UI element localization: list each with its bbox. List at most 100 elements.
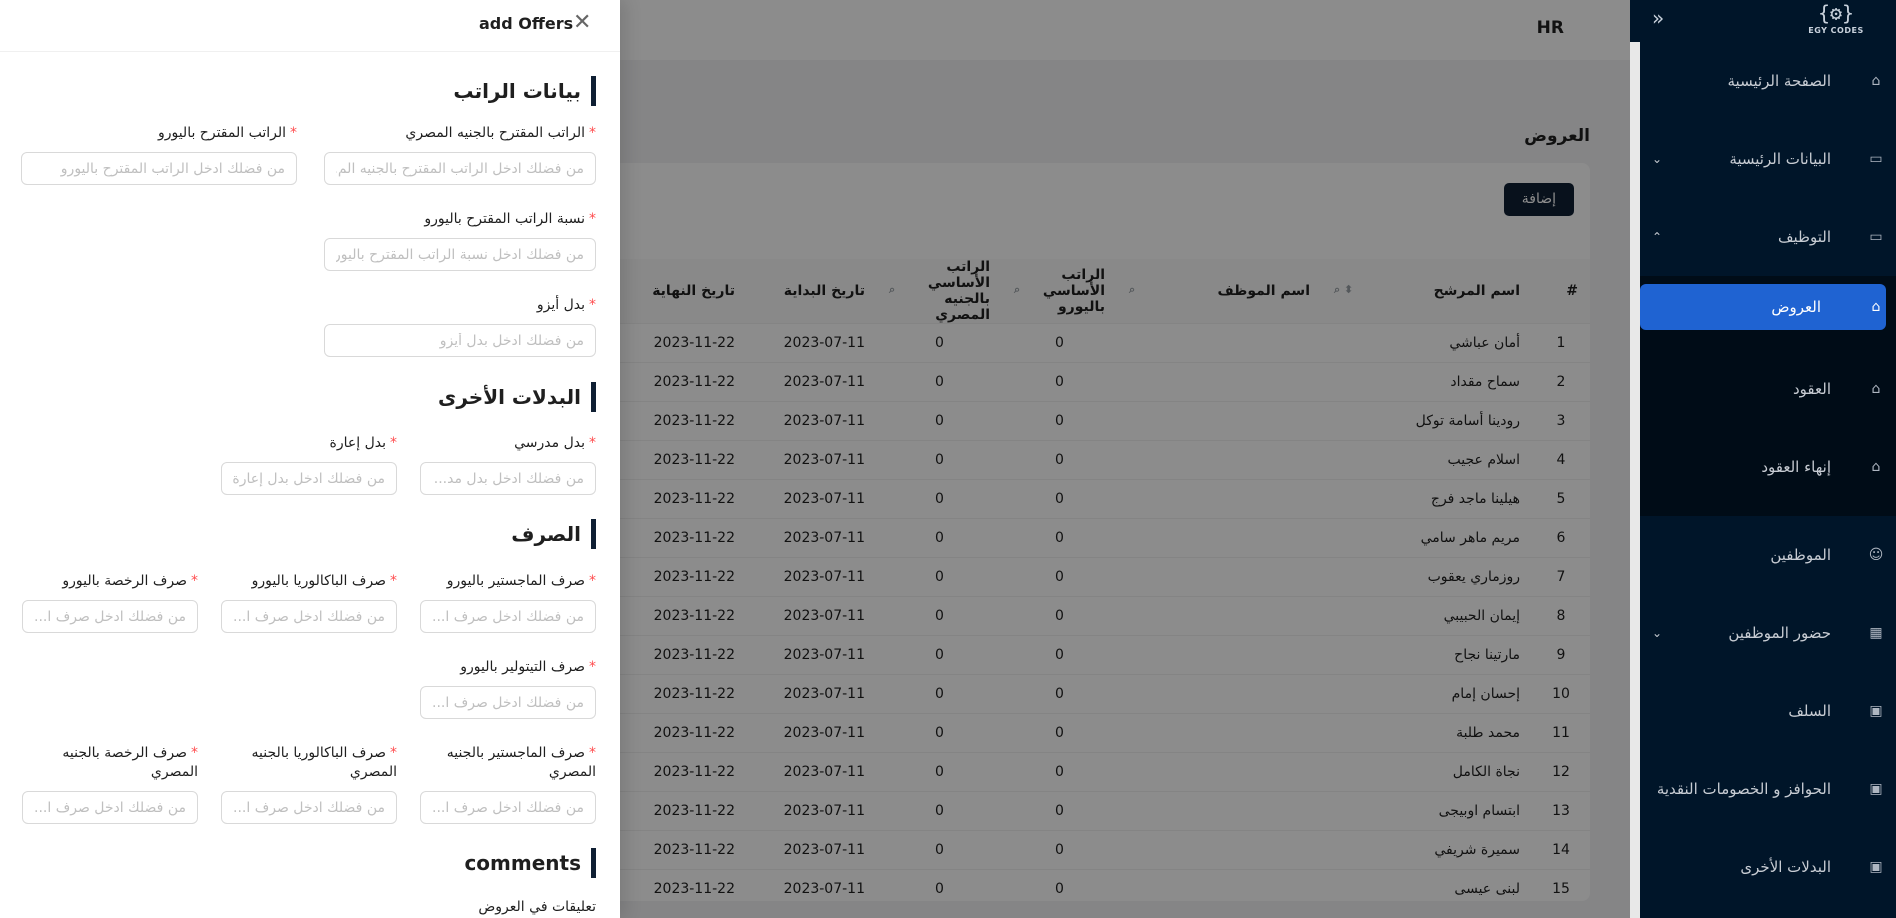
- field-label: *الراتب المقترح باليورو: [157, 125, 297, 141]
- field-label: *بدل إعارة: [329, 435, 397, 451]
- license-egp-field: *صرف الرخصة بالجنيه المصري: [22, 744, 198, 824]
- loan-allowance-field: *بدل إعارة: [221, 434, 397, 495]
- required-mark: *: [390, 435, 397, 451]
- bank-icon: ⌂: [1871, 381, 1881, 397]
- sidebar-item[interactable]: ▣ السلف: [1630, 672, 1896, 750]
- sidebar-item[interactable]: ⌂ العروض: [1640, 284, 1886, 330]
- license-eur-input[interactable]: [22, 600, 198, 633]
- id-card-icon: ▭: [1869, 151, 1883, 167]
- drawer-title: add Offers: [479, 14, 574, 33]
- bachelor-eur-field: *صرف الباكالوريا باليورو: [221, 572, 397, 633]
- chevron-down-icon[interactable]: ⌄: [1652, 152, 1662, 166]
- bank-icon: ⌂: [1871, 459, 1881, 475]
- required-mark: *: [589, 745, 596, 761]
- sidebar-item[interactable]: ⌂ العقود: [1630, 350, 1896, 428]
- sidebar-item-label: التوظيف: [1777, 228, 1831, 246]
- sidebar-item-label: حضور الموظفين: [1728, 624, 1831, 642]
- section-title-comments: comments: [464, 848, 596, 878]
- required-mark: *: [589, 211, 596, 227]
- calendar-icon: ▦: [1869, 625, 1883, 641]
- required-mark: *: [191, 573, 198, 589]
- sidebar-scrollbar[interactable]: [1630, 42, 1640, 918]
- field-label: *الراتب المقترح بالجنيه المصري: [405, 125, 596, 141]
- required-mark: *: [589, 435, 596, 451]
- wallet-icon: ▣: [1869, 781, 1883, 797]
- sidebar-menu: ⌂ الصفحة الرئيسية ▭ البيانات الرئيسية ⌄ ▭ التو…: [1630, 42, 1896, 906]
- field-label: *بدل أيزو: [536, 297, 596, 313]
- sidebar-item[interactable]: ▭ التوظيف ⌃: [1630, 198, 1896, 276]
- user-icon: ☺: [1868, 547, 1884, 563]
- required-mark: *: [290, 125, 297, 141]
- field-label: تعليقات في العروض: [478, 899, 596, 915]
- bachelor-egp-field: *صرف الباكالوريا بالجنيه المصري: [221, 744, 397, 824]
- salary-eur-ratio-field: *نسبة الراتب المقترح باليورو: [324, 210, 596, 271]
- sidebar-item[interactable]: ▣ البدلات الأخرى: [1630, 828, 1896, 906]
- sidebar-item[interactable]: ⌂ الصفحة الرئيسية: [1630, 42, 1896, 120]
- field-label: *صرف الباكالوريا بالجنيه المصري: [251, 745, 397, 780]
- field-label: *نسبة الراتب المقترح باليورو: [424, 211, 596, 227]
- sidebar-item-label: إنهاء العقود: [1761, 458, 1831, 476]
- add-offer-drawer: add Offers ✕ بيانات الراتب *الراتب المقت…: [0, 0, 620, 918]
- sidebar-item-label: الموظفين: [1770, 546, 1831, 564]
- masters-eur-field: *صرف الماجستير باليورو: [420, 572, 596, 633]
- salary-eur-input[interactable]: [21, 152, 297, 185]
- collapse-sidebar-icon[interactable]: »: [1652, 6, 1664, 30]
- sidebar-item-label: السلف: [1788, 702, 1831, 720]
- masters-egp-field: *صرف الماجستير بالجنيه المصري: [420, 744, 596, 824]
- sidebar-item-label: الصفحة الرئيسية: [1727, 72, 1832, 90]
- sidebar-item[interactable]: ☺ الموظفين: [1630, 516, 1896, 594]
- field-label: *صرف الماجستير باليورو: [446, 573, 596, 589]
- tutor-eur-input[interactable]: [420, 686, 596, 719]
- sidebar-header: » {⚙} EGY CODES: [1630, 0, 1896, 42]
- sidebar-item[interactable]: ▣ الحوافز و الخصومات النقدية: [1630, 750, 1896, 828]
- tutor-eur-field: *صرف التيتولير باليورو: [420, 658, 596, 719]
- loan-allowance-input[interactable]: [221, 462, 397, 495]
- required-mark: *: [390, 573, 397, 589]
- home-icon: ⌂: [1871, 73, 1881, 89]
- section-title-exchange: الصرف: [511, 519, 596, 549]
- wallet-icon: ▣: [1869, 859, 1883, 875]
- sidebar-item[interactable]: ▦ حضور الموظفين ⌄: [1630, 594, 1896, 672]
- required-mark: *: [589, 125, 596, 141]
- field-label: *صرف الرخصة بالجنيه المصري: [62, 745, 198, 780]
- masters-egp-input[interactable]: [420, 791, 596, 824]
- close-icon[interactable]: ✕: [573, 10, 591, 35]
- required-mark: *: [191, 745, 198, 761]
- sidebar-submenu: ⌂ العروض ⌂ العقود ⌂ إنهاء العقود: [1630, 276, 1896, 516]
- salary-eur-ratio-input[interactable]: [324, 238, 596, 271]
- field-label: *بدل مدرسي: [514, 435, 596, 451]
- license-egp-input[interactable]: [22, 791, 198, 824]
- bank-icon: ⌂: [1871, 299, 1881, 315]
- field-label: *صرف الرخصة باليورو: [62, 573, 198, 589]
- comments-field: تعليقات في العروض: [324, 898, 596, 918]
- sidebar-item-label: الحوافز و الخصومات النقدية: [1656, 780, 1831, 798]
- bachelor-eur-input[interactable]: [221, 600, 397, 633]
- sidebar-item-label: العقود: [1793, 380, 1831, 398]
- required-mark: *: [589, 297, 596, 313]
- logo-text: EGY CODES: [1808, 26, 1864, 35]
- sidebar: » {⚙} EGY CODES ⌂ الصفحة الرئيسية ▭ البيانا…: [1630, 0, 1896, 918]
- license-eur-field: *صرف الرخصة باليورو: [22, 572, 198, 633]
- sidebar-item-label: العروض: [1771, 298, 1821, 316]
- teacher-allowance-field: *بدل مدرسي: [420, 434, 596, 495]
- masters-eur-input[interactable]: [420, 600, 596, 633]
- id-card-icon: ▭: [1869, 229, 1883, 245]
- drawer-header: add Offers ✕: [0, 0, 620, 52]
- field-label: *صرف التيتولير باليورو: [460, 659, 596, 675]
- sidebar-item-label: البيانات الرئيسية: [1729, 150, 1831, 168]
- izo-allowance-input[interactable]: [324, 324, 596, 357]
- field-label: *صرف الباكالوريا باليورو: [251, 573, 397, 589]
- logo-mark-icon: {⚙}: [1817, 1, 1855, 25]
- teacher-allowance-input[interactable]: [420, 462, 596, 495]
- sidebar-item[interactable]: ⌂ إنهاء العقود: [1630, 428, 1896, 506]
- chevron-down-icon[interactable]: ⌄: [1652, 626, 1662, 640]
- izo-allowance-field: *بدل أيزو: [324, 296, 596, 357]
- bachelor-egp-input[interactable]: [221, 791, 397, 824]
- chevron-up-icon[interactable]: ⌃: [1652, 230, 1662, 244]
- section-title-other-allowances: البدلات الأخرى: [438, 382, 596, 412]
- required-mark: *: [589, 659, 596, 675]
- salary-egp-input[interactable]: [324, 152, 596, 185]
- required-mark: *: [589, 573, 596, 589]
- field-label: *صرف الماجستير بالجنيه المصري: [446, 745, 596, 780]
- sidebar-item[interactable]: ▭ البيانات الرئيسية ⌄: [1630, 120, 1896, 198]
